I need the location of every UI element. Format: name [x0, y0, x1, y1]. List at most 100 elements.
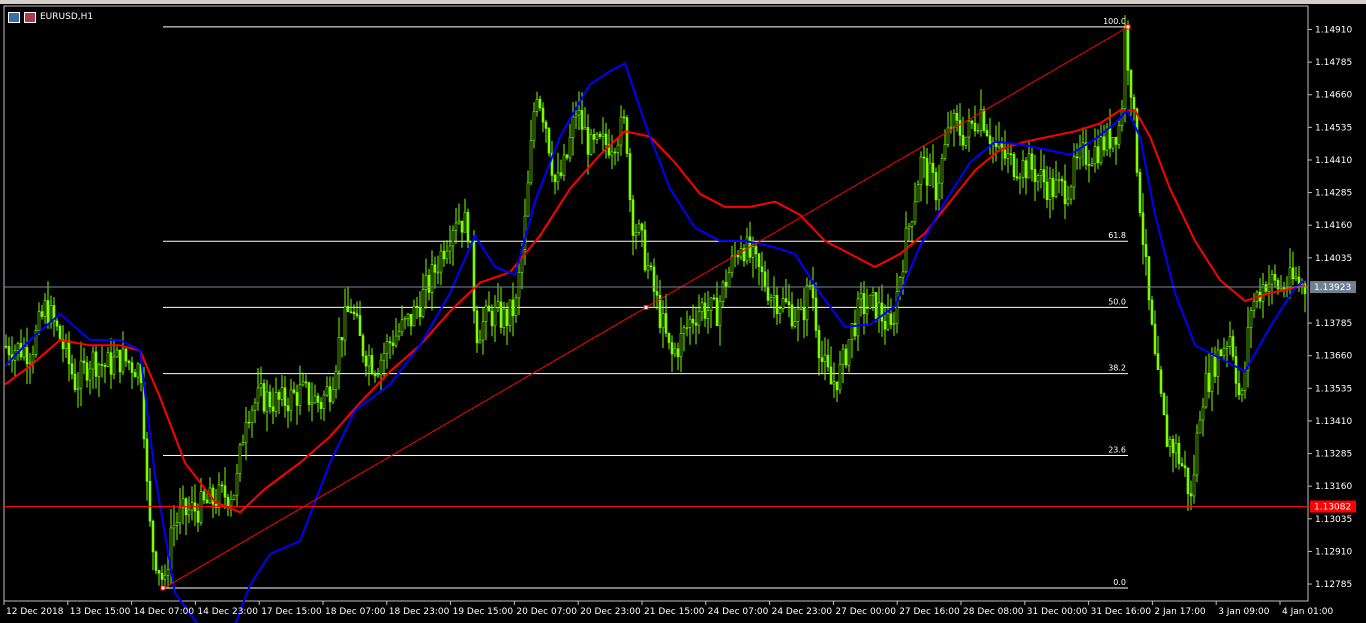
candle-body — [571, 116, 575, 138]
candle-body — [85, 362, 89, 381]
candle-body — [913, 201, 917, 223]
candle-body — [760, 266, 764, 273]
candle-body — [772, 294, 776, 299]
price-tick-label: 1.14035 — [1315, 254, 1352, 264]
candle-body — [697, 311, 701, 326]
time-tick-label: 4 Jan 01:00 — [1282, 607, 1334, 617]
candle-body — [496, 301, 500, 308]
candle-body — [229, 498, 233, 507]
price-chart[interactable]: 100.061.850.038.223.60.0 1.149101.147851… — [0, 0, 1366, 623]
fib-level-label: 100.0 — [1103, 17, 1126, 26]
candle-body — [937, 182, 941, 201]
candle-body — [625, 117, 629, 154]
candle-body — [898, 277, 902, 292]
candle-body — [286, 405, 290, 412]
candle-body — [574, 114, 578, 118]
candle-body — [352, 311, 356, 315]
candle-body — [430, 264, 434, 293]
candle-body — [1114, 137, 1118, 145]
candle-body — [406, 313, 410, 319]
candle-body — [1132, 97, 1136, 110]
candle-body — [886, 313, 890, 330]
candle-body — [223, 485, 227, 498]
candle-body — [313, 395, 317, 404]
fibonacci-retracement[interactable]: 100.0 61.8 50.0 38.2 23.6 0.0 — [163, 17, 1128, 589]
price-tick-label: 1.12785 — [1315, 580, 1352, 590]
candle-body — [910, 221, 914, 227]
candle-body — [1060, 178, 1064, 182]
candle-body — [304, 381, 308, 384]
candle-body — [1075, 156, 1079, 159]
fib-level-label: 23.6 — [1108, 446, 1126, 455]
candle-body — [838, 363, 842, 391]
candle-body — [1024, 160, 1028, 179]
candle-body — [1036, 175, 1040, 182]
candle-body — [79, 360, 83, 389]
chart-window-icon[interactable] — [8, 11, 20, 23]
candle-body — [829, 366, 833, 385]
candle-body — [715, 297, 719, 327]
candle-body — [691, 318, 695, 324]
candle-body — [565, 154, 569, 159]
candle-body — [100, 364, 104, 366]
candle-body — [562, 154, 566, 176]
candle-body — [616, 144, 620, 153]
candle-body — [679, 333, 683, 358]
candle-body — [709, 297, 713, 312]
candle-body — [823, 354, 827, 362]
candle-body — [481, 321, 485, 341]
candle-body — [1045, 181, 1049, 200]
horizontal-lines — [4, 286, 1308, 508]
symbol-title: EURUSD,H1 — [40, 12, 94, 22]
time-tick-label: 18 Dec 07:00 — [325, 607, 386, 617]
candle-body — [934, 172, 938, 201]
candle-body — [253, 402, 257, 411]
candle-body — [277, 391, 281, 400]
candle-body — [505, 308, 509, 326]
candle-body — [1090, 163, 1094, 166]
time-axis[interactable]: 12 Dec 2018 13 Dec 15:00 14 Dec 07:00 14 De… — [3, 601, 1334, 617]
candle-body — [1108, 126, 1112, 149]
candle-body — [91, 351, 95, 370]
candle-body — [985, 130, 989, 137]
candle-body — [901, 271, 905, 279]
candle-body — [478, 339, 482, 344]
candle-body — [466, 211, 470, 243]
candle-body — [763, 271, 767, 288]
candle-body — [1234, 356, 1238, 384]
price-tick-label: 1.14660 — [1315, 91, 1352, 101]
candle-body — [265, 391, 269, 412]
candle-body — [280, 387, 284, 400]
candle-body — [130, 362, 134, 373]
candle-body — [592, 134, 596, 140]
time-tick-label: 18 Dec 23:00 — [389, 607, 450, 617]
candle-body — [556, 172, 560, 183]
candle-body — [118, 349, 122, 373]
candle-body — [382, 353, 386, 361]
chart-properties-icon[interactable] — [24, 11, 36, 23]
candle-body — [874, 292, 878, 319]
candle-body — [970, 120, 974, 124]
time-tick-label: 31 Dec 00:00 — [1027, 607, 1088, 617]
candle-body — [151, 520, 155, 553]
time-tick-label: 31 Dec 16:00 — [1091, 607, 1152, 617]
time-tick-label: 28 Dec 08:00 — [963, 607, 1024, 617]
candle-body — [1291, 267, 1295, 280]
candle-body — [400, 319, 404, 333]
candle-body — [211, 487, 215, 505]
candle-body — [946, 127, 950, 145]
candle-body — [922, 156, 926, 159]
candle-body — [463, 211, 467, 233]
candle-body — [640, 223, 644, 231]
price-axis[interactable]: 1.14910 1.14785 1.14660 1.14535 1.14410 1.142… — [1308, 25, 1356, 590]
candle-body — [982, 109, 986, 131]
candle-body — [583, 127, 587, 130]
price-tick-label: 1.13285 — [1315, 450, 1352, 460]
candle-body — [1147, 256, 1151, 301]
time-tick-label: 13 Dec 15:00 — [70, 607, 131, 617]
candle-body — [598, 133, 602, 137]
candle-body — [112, 356, 116, 375]
candle-body — [1135, 108, 1139, 173]
time-tick-label: 14 Dec 23:00 — [197, 607, 258, 617]
candle-body — [1009, 153, 1013, 155]
